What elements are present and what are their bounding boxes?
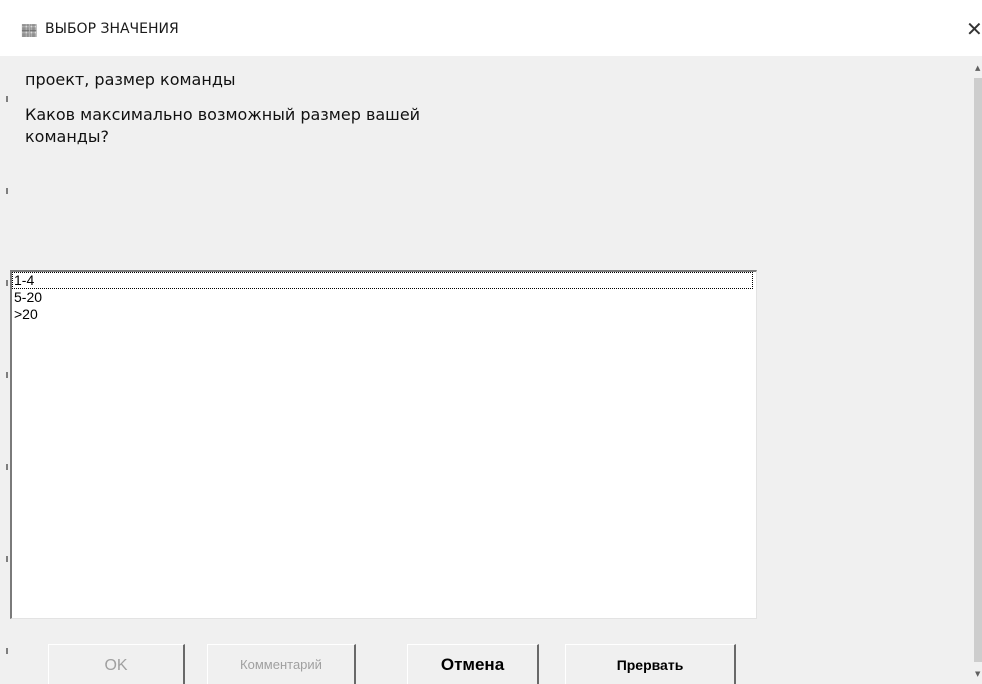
close-icon[interactable]: ✕ [966,19,982,43]
comment-button[interactable]: Комментарий [207,644,356,684]
app-icon: ▦▦ ▦▦ [21,23,37,39]
comment-button-label: Комментарий [240,657,322,672]
options-listbox[interactable]: 1-4 5-20 >20 [10,270,757,619]
question-text: Каков максимально возможный размер вашей… [25,105,421,146]
cancel-button[interactable]: Отмена [407,644,539,684]
list-item[interactable]: 5-20 [12,289,753,306]
scroll-down-icon[interactable]: ▼ [975,670,980,678]
list-item[interactable]: >20 [12,306,753,323]
window-title: ВЫБОР ЗНАЧЕНИЯ [45,21,179,37]
scroll-up-icon[interactable]: ▲ [975,64,980,72]
dialog-subtitle: проект, размер команды [25,70,236,89]
title-bar: ▦▦ ▦▦ ВЫБОР ЗНАЧЕНИЯ ✕ [0,0,982,56]
ok-button-label: OK [104,657,128,674]
scroll-thumb[interactable] [974,78,982,662]
cancel-button-label: Отмена [440,655,505,674]
abort-button-label: Прервать [616,657,684,673]
window-edge [6,56,8,684]
abort-button[interactable]: Прервать [565,644,736,684]
ok-button[interactable]: OK [48,644,185,684]
list-item[interactable]: 1-4 [12,272,753,289]
